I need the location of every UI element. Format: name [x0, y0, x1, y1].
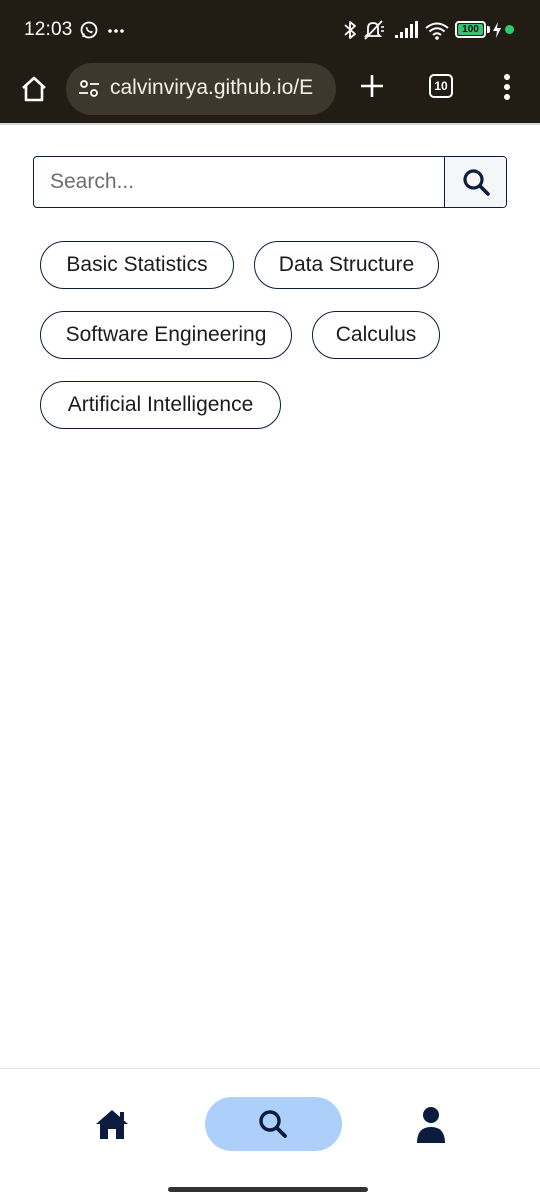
battery-icon: 100: [455, 21, 486, 38]
search-icon: [463, 169, 490, 196]
topic-chip-artificial-intelligence[interactable]: Artificial Intelligence: [40, 381, 281, 429]
battery-level: 100: [458, 24, 483, 35]
profile-icon[interactable]: [412, 1105, 450, 1145]
privacy-indicator-dot: [505, 25, 514, 34]
whatsapp-icon: [80, 21, 98, 39]
url-text[interactable]: calvinvirya.github.io/E: [110, 76, 332, 100]
bluetooth-icon: [344, 21, 356, 39]
address-bar[interactable]: calvinvirya.github.io/E: [66, 63, 336, 115]
site-settings-icon[interactable]: [78, 78, 100, 100]
gesture-bar: [168, 1187, 368, 1192]
nav-search-button[interactable]: [205, 1097, 342, 1151]
search-input[interactable]: [34, 157, 444, 207]
topic-chip-calculus[interactable]: Calculus: [312, 311, 440, 359]
charging-icon: [493, 22, 501, 38]
battery-nub: [487, 26, 490, 33]
screen: 12:03 100 calvinvirya.github.io/E 10 Sea…: [0, 0, 540, 1200]
mute-icon: [363, 20, 384, 40]
search-bar: [33, 156, 507, 208]
signal-icon: [395, 21, 418, 38]
browser-home-icon[interactable]: [18, 73, 50, 105]
home-icon[interactable]: [92, 1105, 132, 1145]
bottom-navigation: [0, 1068, 540, 1200]
search-icon: [259, 1110, 287, 1138]
more-options-icon[interactable]: [497, 72, 517, 102]
topic-chip-software-engineering[interactable]: Software Engineering: [40, 311, 292, 359]
toolbar-divider: [0, 123, 540, 125]
browser-toolbar: calvinvirya.github.io/E 10: [0, 60, 540, 124]
search-button[interactable]: [444, 157, 506, 207]
more-notifications-icon: [108, 29, 124, 33]
wifi-icon: [425, 22, 449, 40]
status-time: 12:03: [24, 19, 73, 40]
tab-switcher-button[interactable]: 10: [429, 74, 453, 98]
topic-chip-data-structure[interactable]: Data Structure: [254, 241, 439, 289]
topic-chip-basic-statistics[interactable]: Basic Statistics: [40, 241, 234, 289]
status-bar: 12:03 100: [0, 0, 540, 60]
new-tab-icon[interactable]: [358, 72, 386, 100]
